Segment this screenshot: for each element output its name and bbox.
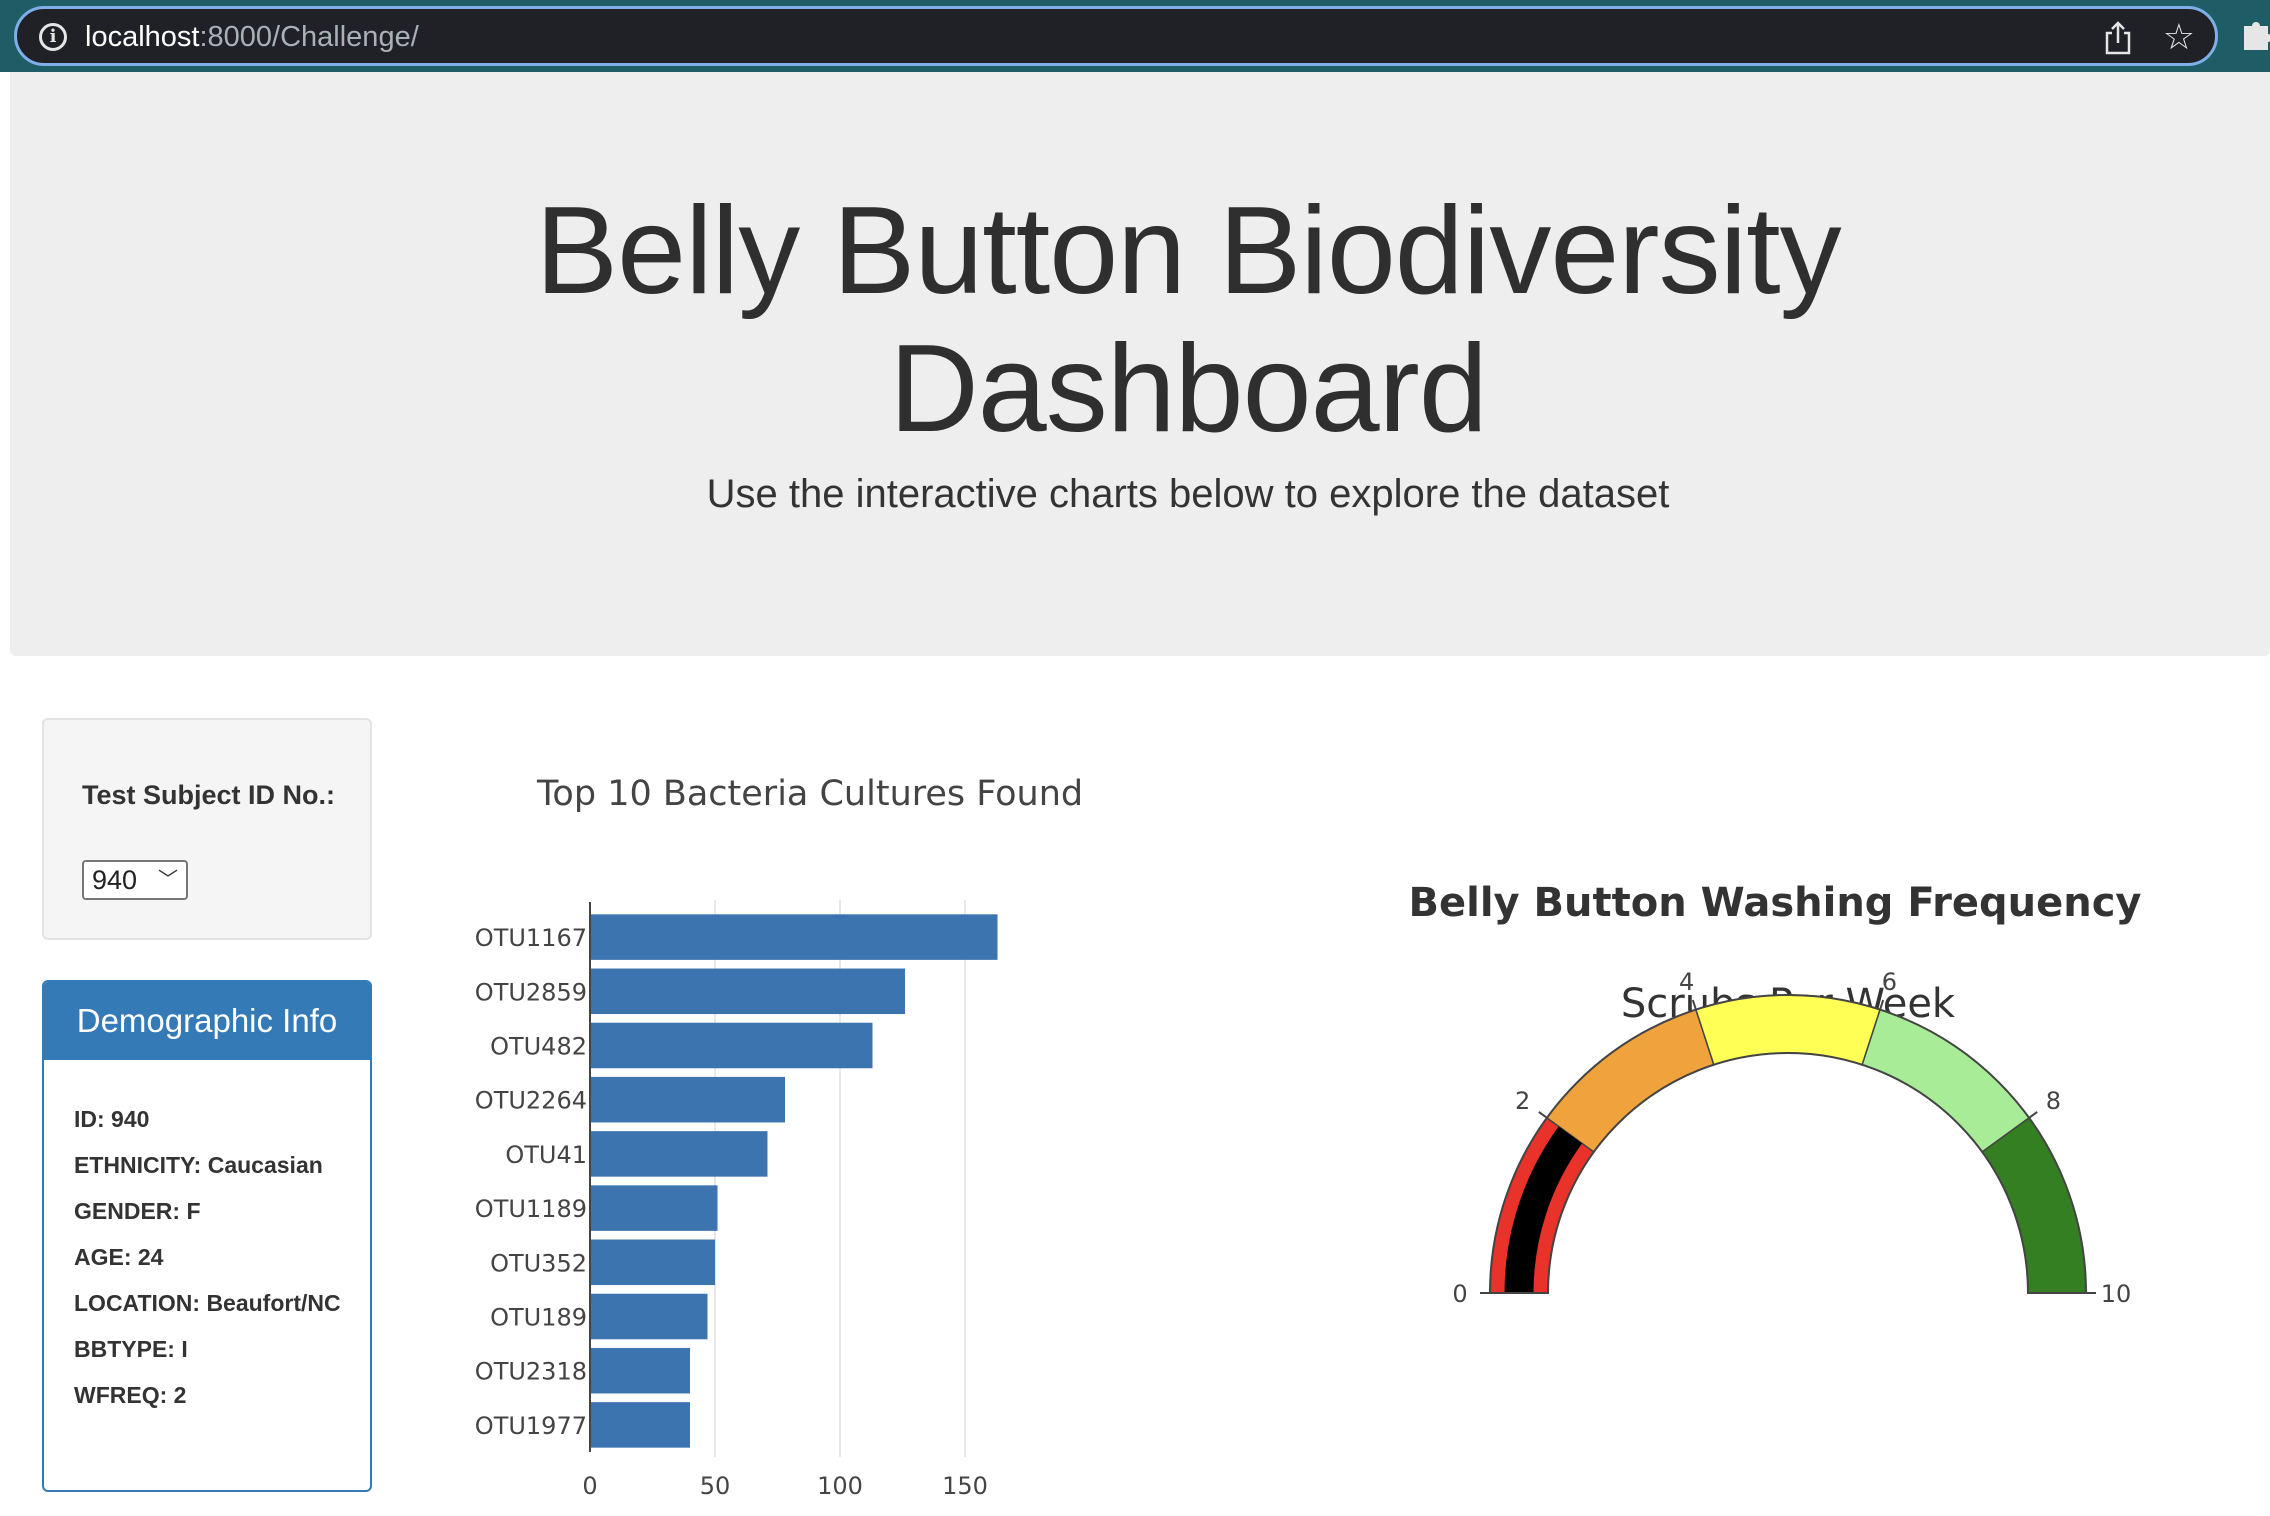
- bar: [590, 914, 998, 960]
- bar: [590, 1293, 708, 1340]
- gauge-band: [1694, 994, 1882, 1066]
- bar: [590, 1022, 873, 1069]
- y-tick-label: OTU2264: [475, 1087, 587, 1115]
- gauge-tick: [2028, 1111, 2038, 1119]
- y-tick-label: OTU1167: [475, 924, 587, 952]
- bar: [590, 1402, 690, 1448]
- gauge-tick-label: 2: [1515, 1087, 1530, 1115]
- y-tick-label: OTU482: [490, 1033, 587, 1061]
- gauge-band: [1545, 1008, 1715, 1153]
- demo-item-gender: GENDER: F: [74, 1198, 201, 1224]
- y-tick-label: OTU1189: [475, 1195, 587, 1223]
- demographic-panel: Demographic Info ID: 940 ETHNICITY: Cauc…: [42, 980, 372, 1492]
- address-bar[interactable]: i localhost:8000/Challenge/ ☆: [14, 6, 2218, 66]
- bar: [590, 1131, 768, 1177]
- gauge-tick-label: 0: [1452, 1280, 1467, 1308]
- header-jumbotron: Belly Button Biodiversity Dashboard Use …: [10, 72, 2270, 656]
- bar: [590, 1076, 785, 1123]
- bar: [590, 1239, 715, 1286]
- demographic-panel-heading: Demographic Info: [44, 982, 370, 1060]
- demo-item-ethnicity: ETHNICITY: Caucasian: [74, 1152, 323, 1178]
- url-text[interactable]: localhost:8000/Challenge/: [85, 21, 419, 54]
- gauge-band: [1861, 1008, 2031, 1153]
- gauge-tick: [1538, 1111, 1548, 1119]
- x-tick-label: 0: [582, 1472, 597, 1500]
- y-tick-label: OTU1977: [475, 1412, 587, 1440]
- demo-item-location: LOCATION: Beaufort/NC: [74, 1290, 341, 1316]
- y-tick-label: OTU41: [505, 1141, 587, 1169]
- page-title-line1: Belly Button Biodiversity: [535, 182, 1841, 320]
- subject-selector-label: Test Subject ID No.:: [82, 780, 336, 810]
- gauge-tick-label: 10: [2101, 1280, 2132, 1308]
- x-tick-label: 50: [700, 1472, 731, 1500]
- demographic-panel-body: ID: 940 ETHNICITY: Caucasian GENDER: F A…: [44, 1060, 370, 1408]
- bar: [590, 1347, 690, 1394]
- share-icon[interactable]: [2103, 21, 2133, 55]
- bar: [590, 968, 905, 1015]
- x-tick-label: 150: [942, 1472, 988, 1500]
- chevron-down-icon: ﹀: [158, 869, 178, 891]
- info-icon[interactable]: i: [39, 23, 67, 51]
- wash-frequency-gauge: Belly Button Washing FrequencyScrubs Per…: [1409, 880, 2142, 1308]
- gauge-tick-label: 8: [2046, 1087, 2061, 1115]
- gauge-tick-label: 6: [1882, 968, 1897, 996]
- bar-chart-title: Top 10 Bacteria Cultures Found: [536, 774, 1083, 814]
- demo-item-wfreq: WFREQ: 2: [74, 1382, 187, 1408]
- gauge-title: Belly Button Washing Frequency: [1409, 880, 2142, 926]
- page-title-line2: Dashboard: [889, 320, 1488, 458]
- page-subtitle: Use the interactive charts below to expl…: [706, 472, 1670, 516]
- gauge-tick-label: 4: [1679, 968, 1694, 996]
- subject-id-select[interactable]: 940 ﹀: [82, 860, 188, 900]
- demo-item-age: AGE: 24: [74, 1244, 164, 1270]
- demo-item-bbtype: BBTYPE: I: [74, 1336, 188, 1362]
- bar: [590, 1185, 718, 1231]
- y-tick-label: OTU2859: [475, 978, 587, 1006]
- subject-selector-panel: Test Subject ID No.: 940 ﹀: [42, 718, 372, 940]
- browser-toolbar: i localhost:8000/Challenge/ ☆: [0, 0, 2270, 72]
- star-icon[interactable]: ☆: [2163, 17, 2195, 57]
- puzzle-icon[interactable]: [2240, 16, 2270, 56]
- x-tick-label: 100: [817, 1472, 863, 1500]
- gauge-band: [1981, 1116, 2087, 1294]
- y-tick-label: OTU352: [490, 1249, 587, 1277]
- subject-id-value: 940: [92, 865, 138, 895]
- page-title: Belly Button Biodiversity Dashboard: [10, 182, 2270, 458]
- top10-bar-chart: Top 10 Bacteria Cultures Found 0 50 100 150 O…: [475, 774, 1083, 1500]
- y-tick-label: OTU2318: [475, 1358, 587, 1386]
- y-tick-label: OTU189: [490, 1304, 587, 1332]
- demo-item-id: ID: 940: [74, 1106, 150, 1132]
